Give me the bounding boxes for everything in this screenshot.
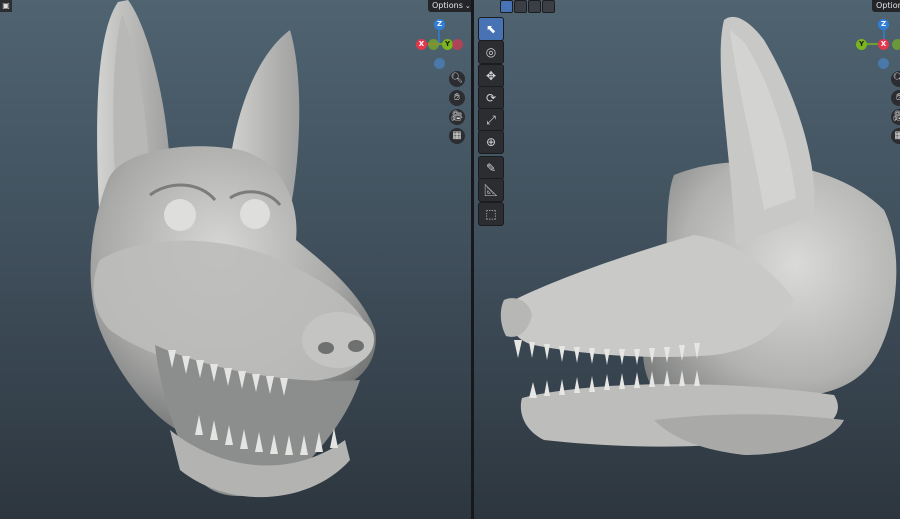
zoom-icon[interactable]: 🔍︎: [449, 71, 465, 87]
move-tool[interactable]: ✥: [478, 64, 504, 88]
pan-hand-icon[interactable]: ✋︎: [891, 90, 900, 106]
options-dropdown[interactable]: Options ⌄: [428, 0, 471, 12]
transform-tool[interactable]: ⊕: [478, 130, 504, 154]
blender-editor: ▣ Options ⌄ Z X Y 🔍︎ ✋︎ 🎥︎ ▦ Optio Z Y X…: [0, 0, 900, 519]
cursor-tool[interactable]: ◎: [478, 40, 504, 64]
gizmo-neg-x-axis[interactable]: [452, 39, 463, 50]
options-dropdown-right[interactable]: Options⌄: [872, 0, 900, 12]
annotate-tool[interactable]: ✎: [478, 156, 504, 180]
gizmo-x-axis[interactable]: X: [416, 39, 427, 50]
gizmo-neg-z-axis[interactable]: [434, 58, 445, 69]
navigation-gizmo[interactable]: Z X Y: [416, 18, 464, 70]
chevron-down-icon: ⌄: [464, 2, 471, 10]
select-extend-icon[interactable]: [514, 0, 527, 13]
gizmo-neg-y-axis[interactable]: [892, 39, 900, 50]
grid-icon[interactable]: ▦: [449, 128, 465, 144]
select-box-tool[interactable]: ⬉: [478, 17, 504, 41]
add-cube-tool[interactable]: ⬚: [478, 202, 504, 226]
gizmo-z-axis[interactable]: Z: [878, 19, 889, 30]
gizmo-neg-y-axis[interactable]: [428, 39, 439, 50]
navigation-gizmo-right[interactable]: Z Y X: [856, 18, 900, 70]
scale-tool[interactable]: ⤢: [478, 108, 504, 132]
select-new-icon[interactable]: [500, 0, 513, 13]
camera-icon[interactable]: 🎥︎: [449, 109, 465, 125]
options-label-right: Options: [876, 1, 900, 10]
dog-head-model-front: [90, 0, 376, 498]
editor-type-icon[interactable]: ▣: [0, 0, 12, 12]
viewport-right[interactable]: Options⌄ Z Y X 🔍︎ ✋︎ 🎥︎ ▦: [474, 0, 900, 519]
options-label: Options: [432, 1, 463, 10]
select-intersect-icon[interactable]: [542, 0, 555, 13]
measure-tool[interactable]: 📐︎: [478, 178, 504, 202]
zoom-icon[interactable]: 🔍︎: [891, 71, 900, 87]
dog-head-model-side: [500, 16, 897, 455]
grid-icon[interactable]: ▦: [891, 128, 900, 144]
gizmo-x-axis[interactable]: X: [878, 39, 889, 50]
gizmo-z-axis[interactable]: Z: [434, 19, 445, 30]
gizmo-y-axis[interactable]: Y: [856, 39, 867, 50]
viewport-left[interactable]: ▣ Options ⌄ Z X Y 🔍︎ ✋︎ 🎥︎ ▦: [0, 0, 471, 519]
rotate-tool[interactable]: ⟳: [478, 86, 504, 110]
select-subtract-icon[interactable]: [528, 0, 541, 13]
selection-mode-group: [500, 0, 555, 13]
pan-hand-icon[interactable]: ✋︎: [449, 90, 465, 106]
camera-icon[interactable]: 🎥︎: [891, 109, 900, 125]
gizmo-neg-z-axis[interactable]: [878, 58, 889, 69]
